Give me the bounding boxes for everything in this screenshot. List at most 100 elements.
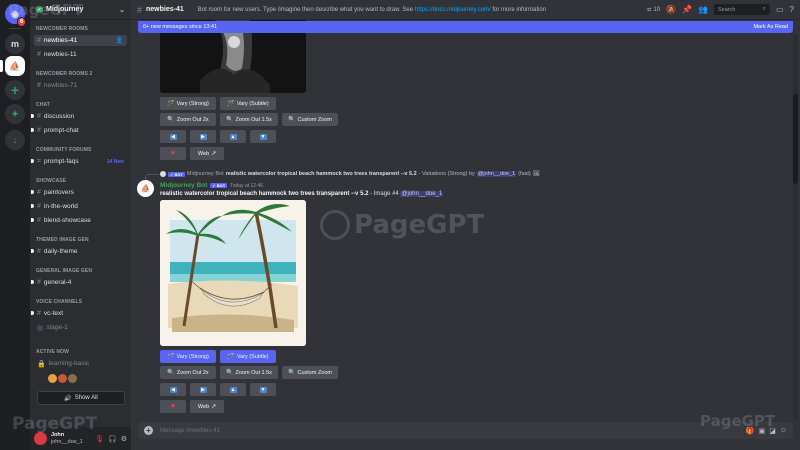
message-mention[interactable]: @john__doe_1: [400, 191, 444, 197]
channel-paintovers[interactable]: # paintovers: [31, 187, 127, 198]
channel-stage-1[interactable]: ◎ stage-1: [34, 322, 127, 333]
channel-general-4[interactable]: # general-4: [31, 277, 127, 288]
channel-label: daily-theme: [43, 248, 78, 255]
hashtag-icon: #: [37, 279, 41, 286]
category-themed-image-gen[interactable]: THEMED IMAGE GEN: [36, 237, 89, 243]
zoom-out-2x-button[interactable]: 🔍 Zoom Out 2x: [160, 113, 216, 126]
category-community-forums[interactable]: COMMUNITY FORUMS: [36, 147, 91, 153]
pan-right-button[interactable]: ▶: [190, 383, 216, 396]
message-scrollbar[interactable]: [793, 34, 798, 419]
mic-muted-icon[interactable]: 🎙: [95, 435, 104, 443]
docs-link[interactable]: https://docs.midjourney.com/: [415, 7, 491, 13]
pan-down-button[interactable]: ▼: [250, 130, 276, 143]
web-button[interactable]: Web ↗: [190, 400, 224, 413]
threads-icon[interactable]: ⌗: [647, 5, 652, 15]
avatar[interactable]: [58, 374, 67, 383]
zoom-out-1-5x-button[interactable]: 🔍 Zoom Out 1.5x: [220, 366, 278, 379]
category-active-now: ACTIVE NOW: [36, 349, 69, 355]
channel-label: in-the-world: [43, 203, 78, 210]
gear-icon[interactable]: ⚙: [121, 435, 127, 443]
channel-newbies-41[interactable]: # newbies-41 👤: [34, 35, 127, 46]
channel-vc-text[interactable]: # vc-text: [31, 308, 127, 319]
pan-left-button[interactable]: ◀: [160, 130, 186, 143]
avatar[interactable]: ⛵: [137, 180, 154, 197]
attach-plus-icon[interactable]: +: [144, 426, 153, 435]
favorite-button[interactable]: ♥: [160, 147, 186, 160]
banner-text: 6+ new messages since 13:41: [143, 24, 218, 30]
hashtag-icon: #: [37, 37, 41, 44]
channel-daily-theme[interactable]: # daily-theme: [31, 246, 127, 257]
channel-in-the-world[interactable]: # in-the-world: [31, 201, 127, 212]
category-newcomer[interactable]: NEWCOMER ROOMS: [36, 26, 88, 32]
pan-down-button[interactable]: ▼: [250, 383, 276, 396]
vary-subtle-button[interactable]: 🪄 Vary (Subtle): [220, 350, 276, 363]
channel-label: vc-text: [43, 310, 64, 317]
zoom-out-1-5x-button[interactable]: 🔍 Zoom Out 1.5x: [220, 113, 278, 126]
category-newcomer-2[interactable]: NEWCOMER ROOMS 2: [36, 71, 92, 77]
channel-label: stage-1: [46, 324, 68, 331]
arrow-up-icon: ▲: [229, 386, 237, 393]
vary-strong-button[interactable]: 🪄 Vary (Strong): [160, 97, 216, 110]
hashtag-icon: #: [37, 310, 41, 317]
reply-suffix: - Variations (Strong) by: [418, 171, 475, 177]
reply-mention[interactable]: @john__doe_1: [476, 171, 517, 177]
custom-zoom-button[interactable]: 🔍 Custom Zoom: [282, 113, 338, 126]
unread-indicator: [31, 128, 34, 132]
category-chat[interactable]: CHAT: [36, 102, 50, 108]
show-all-button[interactable]: 🔊 Show All: [37, 391, 125, 405]
notification-bell-icon[interactable]: 🔕: [666, 5, 676, 14]
message-composer[interactable]: + Message #newbies-41 🎁 ▣ ◪ ☺: [138, 422, 793, 439]
selected-server-pill: [0, 60, 3, 72]
magnifier-icon: 🔍: [167, 370, 175, 376]
channel-prompt-faqs[interactable]: ⌗ prompt-faqs 14 New: [31, 156, 127, 167]
new-messages-banner[interactable]: 6+ new messages since 13:41 Mark As Read: [138, 21, 793, 33]
pin-icon[interactable]: 📌: [682, 5, 692, 14]
channel-label: paintovers: [43, 189, 74, 196]
channel-prompt-chat[interactable]: # prompt-chat: [31, 125, 127, 136]
message-input[interactable]: Message #newbies-41: [160, 428, 220, 434]
custom-zoom-button[interactable]: 🔍 Custom Zoom: [282, 366, 338, 379]
avatar: [160, 171, 166, 177]
pan-up-button[interactable]: ▲: [220, 130, 246, 143]
channel-learning-basic[interactable]: 🔒 learning-basic: [34, 358, 127, 369]
channel-discussion[interactable]: # discussion: [31, 111, 127, 122]
mark-as-read-button[interactable]: Mark As Read: [753, 24, 788, 30]
channel-blend-showcase[interactable]: # blend-showcase: [31, 215, 127, 226]
headphones-icon[interactable]: 🎧: [108, 435, 117, 443]
inbox-icon[interactable]: ▭: [776, 5, 784, 14]
generated-image-beach-hammock[interactable]: [160, 200, 306, 346]
search-input[interactable]: Search ⌕: [713, 4, 770, 15]
pan-right-button[interactable]: ▶: [190, 130, 216, 143]
message-author[interactable]: Midjourney Bot: [160, 182, 207, 189]
vary-strong-button[interactable]: 🪄 Vary (Strong): [160, 350, 216, 363]
avatar[interactable]: [48, 374, 57, 383]
midjourney-server-icon[interactable]: ⛵: [5, 56, 25, 76]
avatar[interactable]: [68, 374, 77, 383]
channel-newbies-11[interactable]: # newbies-11: [34, 49, 127, 60]
new-posts-badge: 14 New: [106, 158, 124, 165]
zoom-out-2x-button[interactable]: 🔍 Zoom Out 2x: [160, 366, 216, 379]
channel-newbies-71[interactable]: # newbies-71: [34, 80, 127, 91]
reply-reference[interactable]: ✓ BOT Midjourney Bot realistic watercolo…: [160, 171, 540, 177]
heart-icon: ♥: [170, 150, 176, 157]
category-general-image-gen[interactable]: GENERAL IMAGE GEN: [36, 268, 92, 274]
hashtag-icon: #: [37, 51, 41, 58]
scrollbar-thumb[interactable]: [793, 94, 798, 184]
vary-subtle-button[interactable]: 🪄 Vary (Subtle): [220, 97, 276, 110]
pan-up-button[interactable]: ▲: [220, 383, 246, 396]
favorite-button[interactable]: ♥: [160, 400, 186, 413]
server-m-icon[interactable]: m: [5, 34, 25, 54]
help-icon[interactable]: ?: [790, 5, 794, 14]
category-showcase[interactable]: SHOWCASE: [36, 178, 66, 184]
pan-left-button[interactable]: ◀: [160, 383, 186, 396]
download-apps-icon[interactable]: ↓: [5, 130, 25, 150]
category-voice-channels[interactable]: VOICE CHANNELS: [36, 299, 82, 305]
arrow-down-icon: ▼: [259, 386, 267, 393]
member-list-icon[interactable]: 👥: [698, 5, 708, 14]
channel-topic[interactable]: Bot room for new users. Type /imagine th…: [198, 7, 546, 13]
web-button[interactable]: Web ↗: [190, 147, 224, 160]
add-server-icon[interactable]: +: [5, 80, 25, 100]
explore-servers-icon[interactable]: ✦: [5, 104, 25, 124]
add-member-icon[interactable]: 👤: [116, 37, 123, 44]
emoji-icon[interactable]: ☺: [780, 427, 787, 435]
